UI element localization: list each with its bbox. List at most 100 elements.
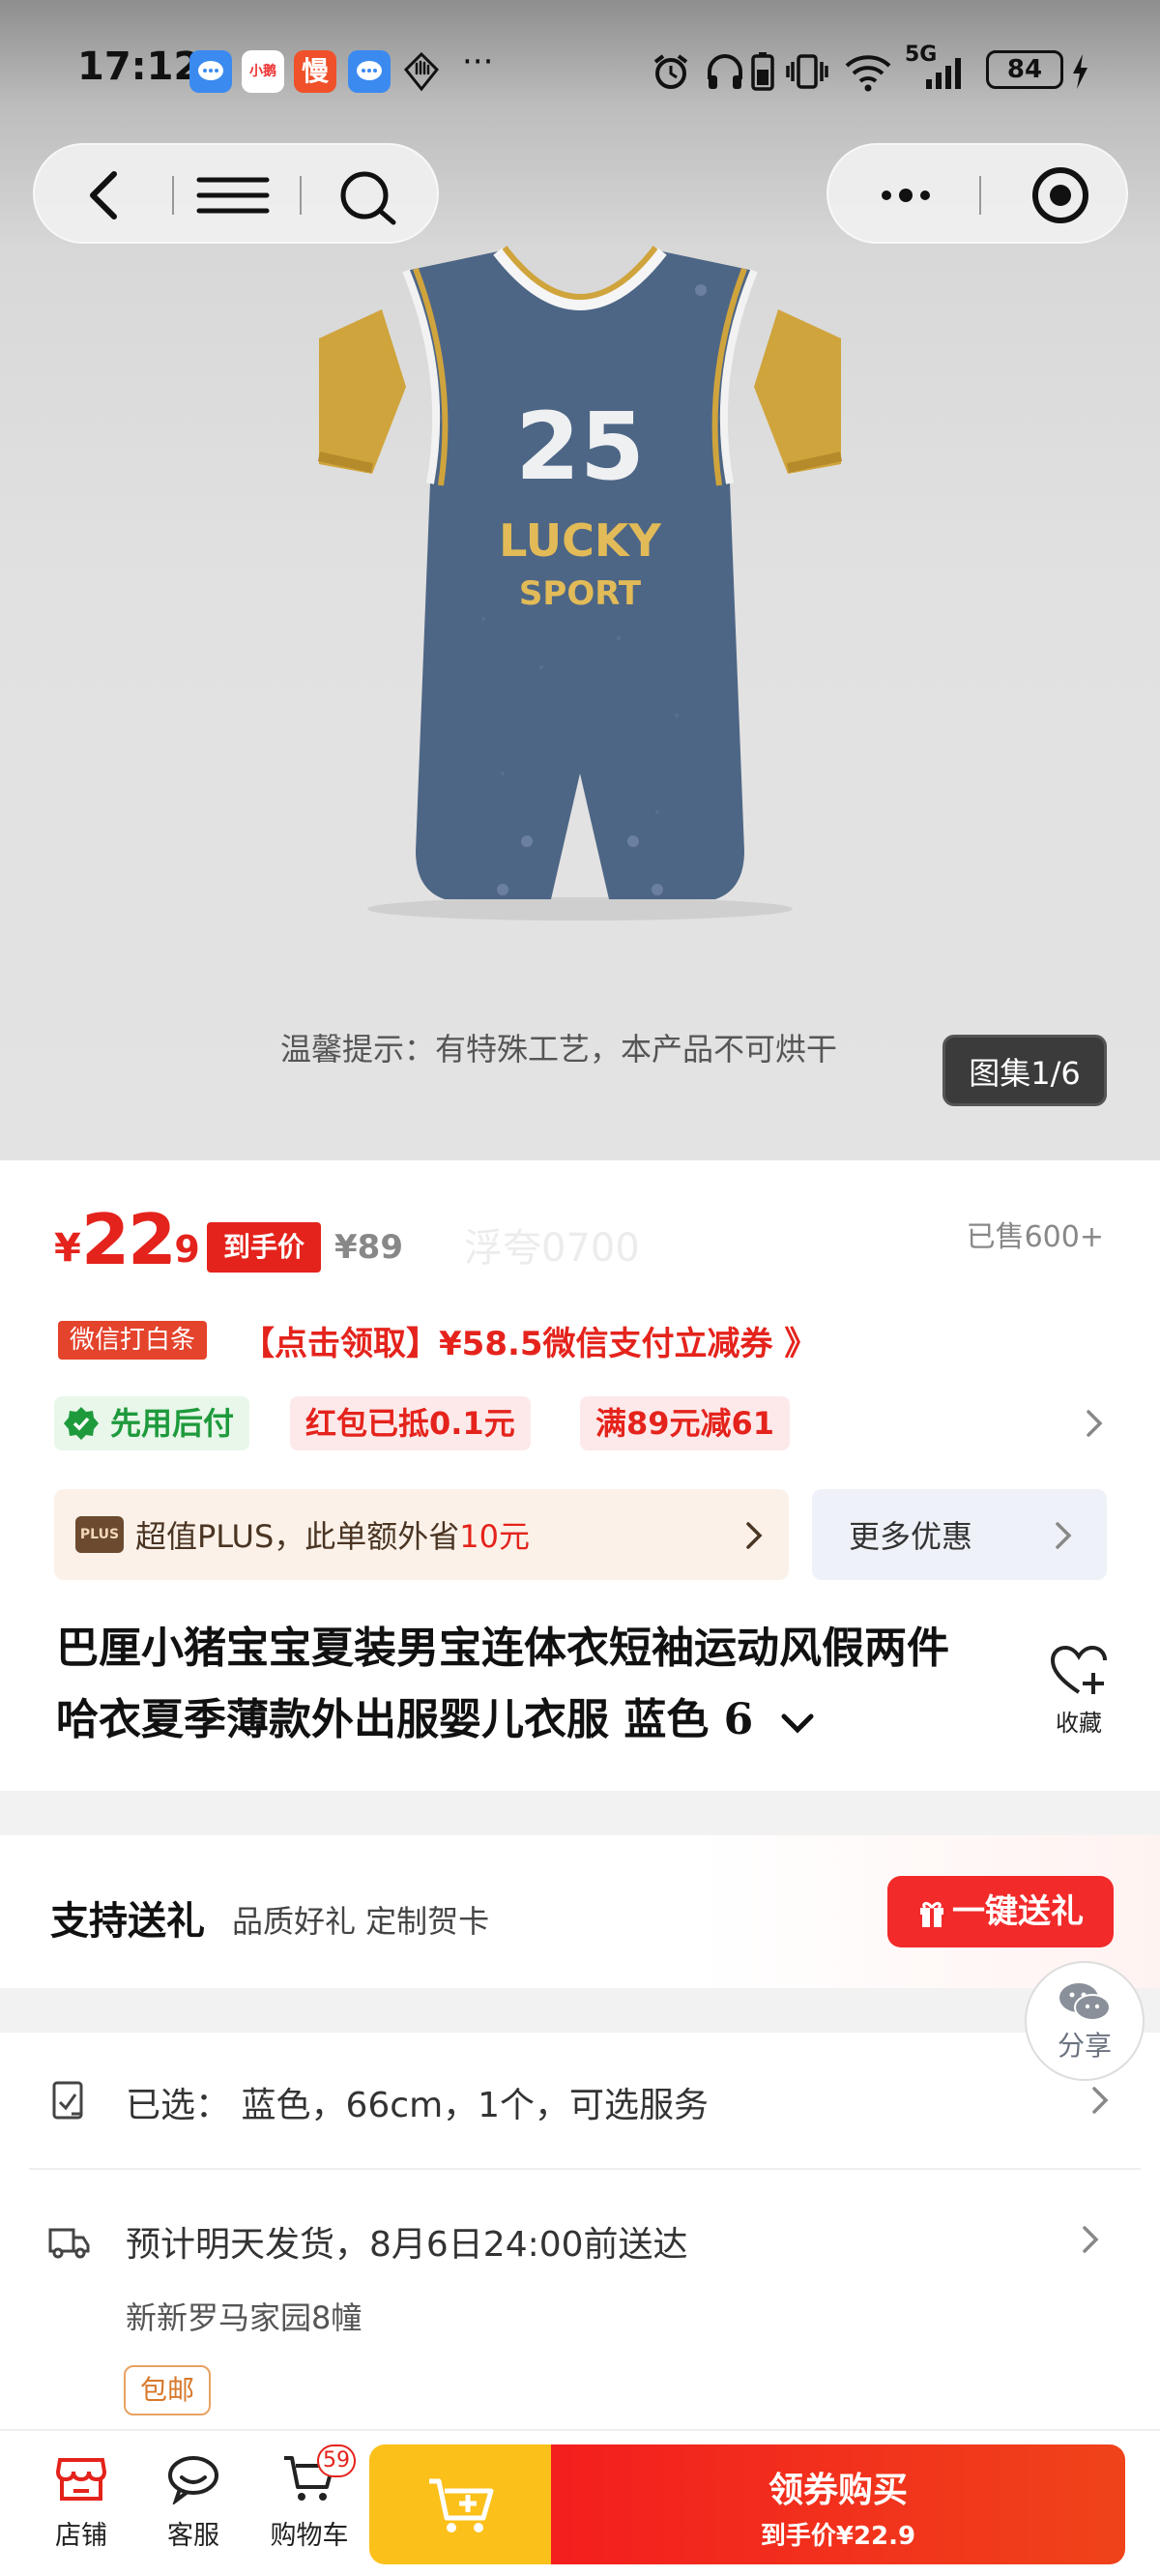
sold-count: 已售600+ (966, 1220, 1104, 1254)
message-icon (189, 50, 232, 93)
selected-spec-text: 已选： 蓝色，66cm，1个，可选服务 (126, 2077, 709, 2127)
wifi-icon (843, 50, 893, 102)
more-offers-label: 更多优惠 (849, 1518, 973, 1555)
wechat-coupon-link[interactable]: 【点击领取】¥58.5微信支付立减券 》 (242, 1317, 817, 1364)
add-to-cart-button[interactable] (369, 2444, 553, 2564)
badge-check-icon (64, 1407, 99, 1440)
charging-icon (1069, 50, 1090, 102)
price-currency: ¥ (54, 1226, 81, 1271)
plus-savings-text: 超值PLUS，此单额外省10元 (135, 1512, 530, 1557)
print-text-2: SPORT (519, 574, 642, 613)
buy-main-label: 领券购买 (768, 2470, 908, 2510)
back-button[interactable] (64, 164, 141, 226)
plus-savings-banner[interactable]: PLUS 超值PLUS，此单额外省10元 (54, 1489, 789, 1580)
share-button[interactable]: 分享 (1025, 1961, 1145, 2081)
more-dots-icon (882, 189, 930, 202)
heart-add-icon (1050, 1645, 1107, 1694)
target-close-icon (1032, 167, 1088, 223)
plus-logo: PLUS (75, 1516, 124, 1553)
chat-icon (168, 2456, 218, 2506)
tab-customer-service-label: 客服 (167, 2521, 219, 2551)
more-offers-button[interactable]: 更多优惠 (812, 1489, 1107, 1580)
delivery-address: 新新罗马家园8幢 (126, 2299, 362, 2336)
selected-value: 蓝色，66cm，1个，可选服务 (241, 2086, 710, 2125)
back-icon (90, 171, 117, 220)
product-image: 25 LUCKY SPORT (317, 246, 843, 921)
spec-selector-row[interactable]: 已选： 蓝色，66cm，1个，可选服务 (0, 2033, 1160, 2168)
menu-button[interactable] (189, 164, 276, 226)
favorite-label: 收藏 (1056, 1710, 1102, 1737)
gift-subtitle: 品质好礼 定制贺卡 (232, 1903, 490, 1940)
nav-capsule (33, 143, 439, 244)
order-details: 已选： 蓝色，66cm，1个，可选服务 预计明天发货，8月6日24:00前送达 … (0, 2033, 1160, 2429)
tab-customer-service[interactable]: 客服 (145, 2450, 242, 2552)
selected-prefix: 已选： (126, 2086, 231, 2125)
truck-icon (48, 2228, 90, 2259)
watermark-text: 浮夸0700 (464, 1226, 640, 1271)
plus-amount: 10元 (459, 1518, 531, 1555)
final-price-tag: 到手价 (207, 1222, 321, 1273)
checklist-icon (52, 2081, 83, 2120)
product-title[interactable]: 巴厘小猪宝宝夏装男宝连体衣短袖运动风假两件哈衣夏季薄款外出服婴儿衣服 蓝色 6 (56, 1613, 984, 1756)
miniprogram-capsule (826, 143, 1128, 244)
plus-text: 超值PLUS，此单额外省 (135, 1518, 460, 1555)
favorite-button[interactable]: 收藏 (1044, 1644, 1114, 1738)
delivery-estimate: 预计明天发货，8月6日24:00前送达 (126, 2225, 688, 2265)
gift-icon (920, 1901, 943, 1927)
price-decimal: .9 (160, 1228, 200, 1271)
buy-final-price: 到手价¥22.9 (760, 2522, 916, 2551)
more-options-button[interactable] (857, 164, 954, 226)
chevron-right-icon (746, 1522, 763, 1549)
cart-count-badge: 59 (317, 2444, 356, 2477)
chevron-right-icon (1056, 1522, 1072, 1549)
xiaohongshu-icon: 小鹅 (242, 50, 284, 93)
gallery-counter[interactable]: 图集1/6 (942, 1035, 1107, 1106)
status-bar: 17:12 小鹅 慢 ··· 5G 84 (0, 0, 1160, 135)
pay-later-chip[interactable]: 先用后付 (54, 1396, 250, 1450)
tab-store[interactable]: 店铺 (33, 2450, 130, 2552)
gift-section: 支持送礼 品质好礼 定制贺卡 一键送礼 (0, 1835, 1160, 1988)
message-icon (348, 50, 391, 93)
pay-later-label: 先用后付 (110, 1405, 235, 1442)
discount-chip[interactable]: 满89元减61 (580, 1396, 791, 1450)
care-tip: 温馨提示：有特殊工艺，本产品不可烘干 (280, 1031, 838, 1068)
hand-icon (400, 50, 443, 93)
product-info: ¥ 22 .9 到手价 ¥89 浮夸0700 已售600+ 微信打白条 【点击领… (0, 1160, 1160, 1791)
tab-cart[interactable]: 59 购物车 (261, 2444, 358, 2552)
close-miniprogram-button[interactable] (1012, 161, 1109, 230)
original-price: ¥89 (334, 1228, 403, 1267)
wechat-icon (1059, 1983, 1111, 2021)
send-gift-label: 一键送礼 (952, 1892, 1084, 1931)
headphone-icon (704, 50, 746, 102)
chevron-right-icon (1092, 2087, 1109, 2114)
add-cart-icon (429, 2478, 494, 2532)
alarm-icon (650, 50, 692, 102)
print-number: 25 (515, 393, 645, 501)
send-gift-button[interactable]: 一键送礼 (887, 1876, 1114, 1947)
red-packet-label: 红包已抵0.1元 (305, 1405, 515, 1442)
tab-cart-label: 购物车 (270, 2521, 349, 2551)
free-shipping-badge: 包邮 (124, 2365, 211, 2415)
search-button[interactable] (320, 162, 417, 230)
red-packet-chip[interactable]: 红包已抵0.1元 (290, 1396, 531, 1450)
discount-label: 满89元减61 (595, 1405, 775, 1442)
chevron-right-icon[interactable] (1081, 1406, 1108, 1441)
product-gallery[interactable]: 17:12 小鹅 慢 ··· 5G 84 25 LUCKY SPORT 温馨提示… (0, 0, 1160, 1160)
share-label: 分享 (1057, 2030, 1112, 2062)
gift-title: 支持送礼 (50, 1898, 205, 1944)
vibrate-icon (785, 50, 829, 102)
search-icon (340, 171, 396, 225)
wechat-promo-tag: 微信打白条 (58, 1321, 208, 1360)
status-time: 17:12 (77, 44, 201, 89)
print-text-1: LUCKY (499, 514, 661, 567)
store-icon (55, 2458, 107, 2501)
more-notifications-icon: ··· (462, 43, 494, 81)
battery-saver-icon (748, 50, 777, 102)
battery-level: 84 (986, 50, 1063, 89)
bottom-action-bar: 店铺 客服 59 购物车 领券购买 到手价¥22.9 (0, 2429, 1160, 2576)
buy-with-coupon-button[interactable]: 领券购买 到手价¥22.9 (551, 2444, 1125, 2564)
chevron-right-icon (1083, 2226, 1099, 2253)
signal-icon (920, 50, 971, 102)
chevron-down-icon (781, 1713, 814, 1734)
menu-icon (196, 177, 270, 214)
